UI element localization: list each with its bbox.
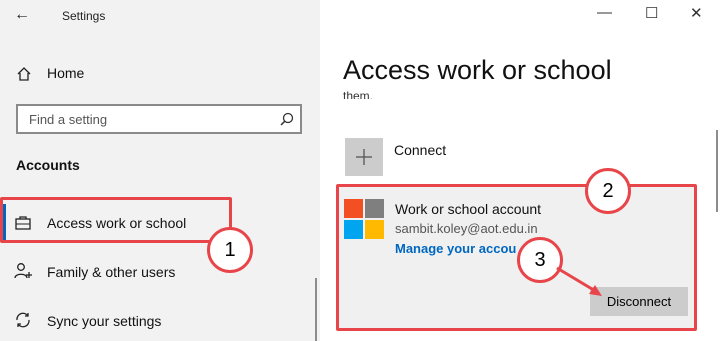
sidebar-scrollbar[interactable] [315, 278, 317, 341]
close-icon[interactable]: ✕ [690, 4, 703, 22]
sidebar-item-label: Sync your settings [47, 313, 162, 329]
home-label: Home [47, 65, 85, 81]
app-title: Settings [62, 9, 106, 23]
description-text: them. [343, 89, 374, 99]
connect-label[interactable]: Connect [394, 142, 446, 158]
search-icon[interactable] [280, 112, 294, 126]
content-scrollbar[interactable] [716, 130, 718, 212]
highlight-box-1 [0, 197, 232, 243]
callout-badge-1: 1 [207, 227, 253, 273]
callout-arrow-icon [556, 266, 602, 296]
person-add-icon [14, 263, 32, 279]
plus-icon [356, 149, 372, 165]
section-title: Accounts [16, 157, 80, 173]
sync-icon [16, 312, 30, 328]
search-input[interactable]: Find a setting [16, 104, 302, 134]
maximize-icon[interactable]: ☐ [645, 4, 658, 22]
sidebar-item-label: Family & other users [47, 264, 176, 280]
connect-button[interactable] [345, 138, 383, 176]
home-icon [17, 67, 31, 81]
minimize-icon[interactable]: — [597, 4, 612, 21]
search-placeholder: Find a setting [29, 112, 108, 127]
callout-badge-2: 2 [585, 168, 631, 214]
back-arrow-icon[interactable]: ← [14, 6, 30, 24]
page-title: Access work or school [343, 55, 612, 85]
